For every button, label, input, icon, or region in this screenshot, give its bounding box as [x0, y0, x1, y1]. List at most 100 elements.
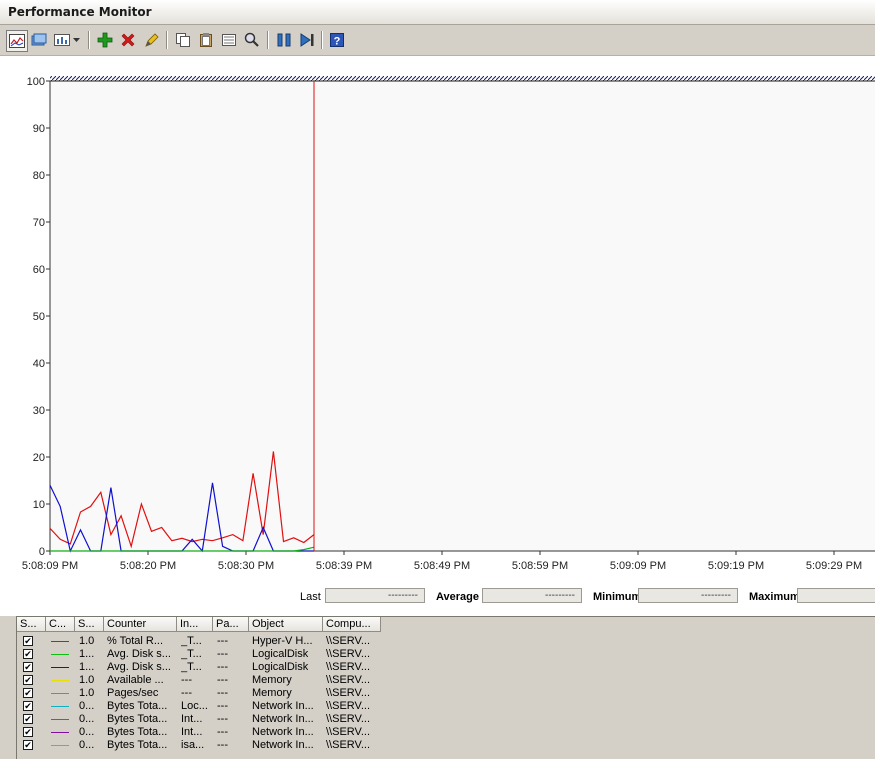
color-swatch [51, 641, 69, 642]
instance-cell: --- [181, 687, 192, 699]
counter-cell: Bytes Tota... [107, 726, 168, 738]
scale-cell: 1... [79, 661, 95, 673]
show-checkbox[interactable]: ✔ [23, 675, 33, 685]
instance-cell: Int... [181, 726, 203, 738]
legend-row[interactable]: ✔ 1.0 Pages/sec --- --- Memory \\SERV... [17, 687, 397, 700]
object-cell: Network In... [252, 713, 314, 725]
show-checkbox[interactable]: ✔ [23, 727, 33, 737]
column-header-color[interactable]: C... [46, 617, 75, 632]
y-tick-label: 60 [33, 264, 45, 276]
computer-cell: \\SERV... [326, 726, 371, 738]
counter-cell: Bytes Tota... [107, 713, 168, 725]
freeze-display-icon[interactable] [274, 30, 294, 50]
x-tick-label: 5:08:09 PM [22, 560, 78, 572]
legend-row[interactable]: ✔ 1... Avg. Disk s... _T... --- LogicalDisk \\… [17, 648, 397, 661]
object-cell: Memory [252, 687, 292, 699]
y-tick-label: 70 [33, 217, 45, 229]
object-cell: Network In... [252, 700, 314, 712]
computer-cell: \\SERV... [326, 739, 371, 751]
average-label: Average [436, 591, 480, 603]
counter-cell: Available ... [107, 674, 164, 686]
column-header-object[interactable]: Object [249, 617, 323, 632]
x-tick-label: 5:09:19 PM [708, 560, 764, 572]
last-value: --------- [325, 588, 425, 603]
counter-legend-table[interactable]: S... C... S... Counter In... Pa... Objec… [16, 616, 875, 759]
column-header-parent[interactable]: Pa... [213, 617, 249, 632]
add-counter-icon[interactable] [95, 30, 115, 50]
color-swatch [51, 680, 69, 681]
y-tick-label: 40 [33, 358, 45, 370]
color-swatch [51, 732, 69, 733]
minimum-value: --------- [638, 588, 738, 603]
column-header-computer[interactable]: Compu... [323, 617, 381, 632]
legend-row[interactable]: ✔ 0... Bytes Tota... Int... --- Network In...… [17, 726, 397, 739]
column-header-instance[interactable]: In... [177, 617, 213, 632]
average-value: --------- [482, 588, 582, 603]
counter-cell: Avg. Disk s... [107, 648, 171, 660]
show-checkbox[interactable]: ✔ [23, 636, 33, 646]
change-graph-type-icon[interactable] [52, 30, 72, 50]
show-checkbox[interactable]: ✔ [23, 740, 33, 750]
show-checkbox[interactable]: ✔ [23, 714, 33, 724]
y-tick-label: 80 [33, 170, 45, 182]
column-header-show[interactable]: S... [17, 617, 46, 632]
show-checkbox[interactable]: ✔ [23, 662, 33, 672]
instance-cell: isa... [181, 739, 205, 751]
column-header-counter[interactable]: Counter [104, 617, 177, 632]
toolbar-separator [321, 31, 323, 49]
copy-properties-icon[interactable] [173, 30, 193, 50]
y-tick-label: 0 [39, 546, 45, 558]
highlight-icon[interactable] [141, 30, 161, 50]
column-header-scale[interactable]: S... [75, 617, 104, 632]
object-cell: Network In... [252, 739, 314, 751]
performance-graph[interactable]: 10090807060504030201005:08:09 PM 5:08:20 … [0, 56, 875, 586]
chart-area[interactable]: 100 90 80 70 60 50 40 30 20 10 0 5:08:09 PM 5:08:20 … [0, 56, 875, 616]
properties-icon[interactable] [219, 30, 239, 50]
parent-cell: --- [217, 635, 228, 647]
computer-cell: \\SERV... [326, 635, 371, 647]
help-icon[interactable]: ? [327, 30, 347, 50]
legend-row[interactable]: ✔ 0... Bytes Tota... Int... --- Network In...… [17, 713, 397, 726]
legend-row[interactable]: ✔ 1... Avg. Disk s... _T... --- LogicalDisk \\… [17, 661, 397, 674]
zoom-icon[interactable] [242, 30, 262, 50]
scale-cell: 0... [79, 713, 95, 725]
color-swatch [51, 745, 69, 746]
show-checkbox[interactable]: ✔ [23, 701, 33, 711]
x-tick-label: 5:09:09 PM [610, 560, 666, 572]
instance-cell: _T... [181, 635, 202, 647]
parent-cell: --- [217, 648, 228, 660]
y-tick-label: 20 [33, 452, 45, 464]
y-tick-label: 50 [33, 311, 45, 323]
toolbar-separator [88, 31, 90, 49]
toolbar-separator [166, 31, 168, 49]
dropdown-arrow-icon[interactable] [72, 30, 82, 50]
view-graph-icon[interactable] [6, 30, 28, 52]
toolbar-separator [267, 31, 269, 49]
instance-cell: _T... [181, 648, 202, 660]
scale-cell: 0... [79, 726, 95, 738]
legend-row[interactable]: ✔ 0... Bytes Tota... isa... --- Network In...… [17, 739, 397, 752]
update-data-icon[interactable] [297, 30, 317, 50]
toolbar: ? [0, 25, 875, 56]
color-swatch [51, 693, 69, 694]
legend-row[interactable]: ✔ 0... Bytes Tota... Loc... --- Network In...… [17, 700, 397, 713]
color-swatch [51, 667, 69, 668]
parent-cell: --- [217, 700, 228, 712]
y-tick-label: 90 [33, 123, 45, 135]
show-checkbox[interactable]: ✔ [23, 649, 33, 659]
parent-cell: --- [217, 739, 228, 751]
y-tick-label: 30 [33, 405, 45, 417]
parent-cell: --- [217, 661, 228, 673]
object-cell: Memory [252, 674, 292, 686]
paste-counter-list-icon[interactable] [196, 30, 216, 50]
legend-header: S... C... S... Counter In... Pa... Objec… [17, 617, 875, 633]
window-titlebar: Performance Monitor [0, 0, 875, 25]
x-tick-label: 5:09:29 PM [806, 560, 862, 572]
delete-counter-icon[interactable] [118, 30, 138, 50]
show-checkbox[interactable]: ✔ [23, 688, 33, 698]
legend-row[interactable]: ✔ 1.0 % Total R... _T... --- Hyper-V H... \\SE… [17, 635, 397, 648]
minimum-label: Minimum [593, 591, 642, 603]
legend-row[interactable]: ✔ 1.0 Available ... --- --- Memory \\SERV... [17, 674, 397, 687]
view-histogram-icon[interactable] [29, 30, 49, 50]
plot-top-band [50, 76, 875, 81]
